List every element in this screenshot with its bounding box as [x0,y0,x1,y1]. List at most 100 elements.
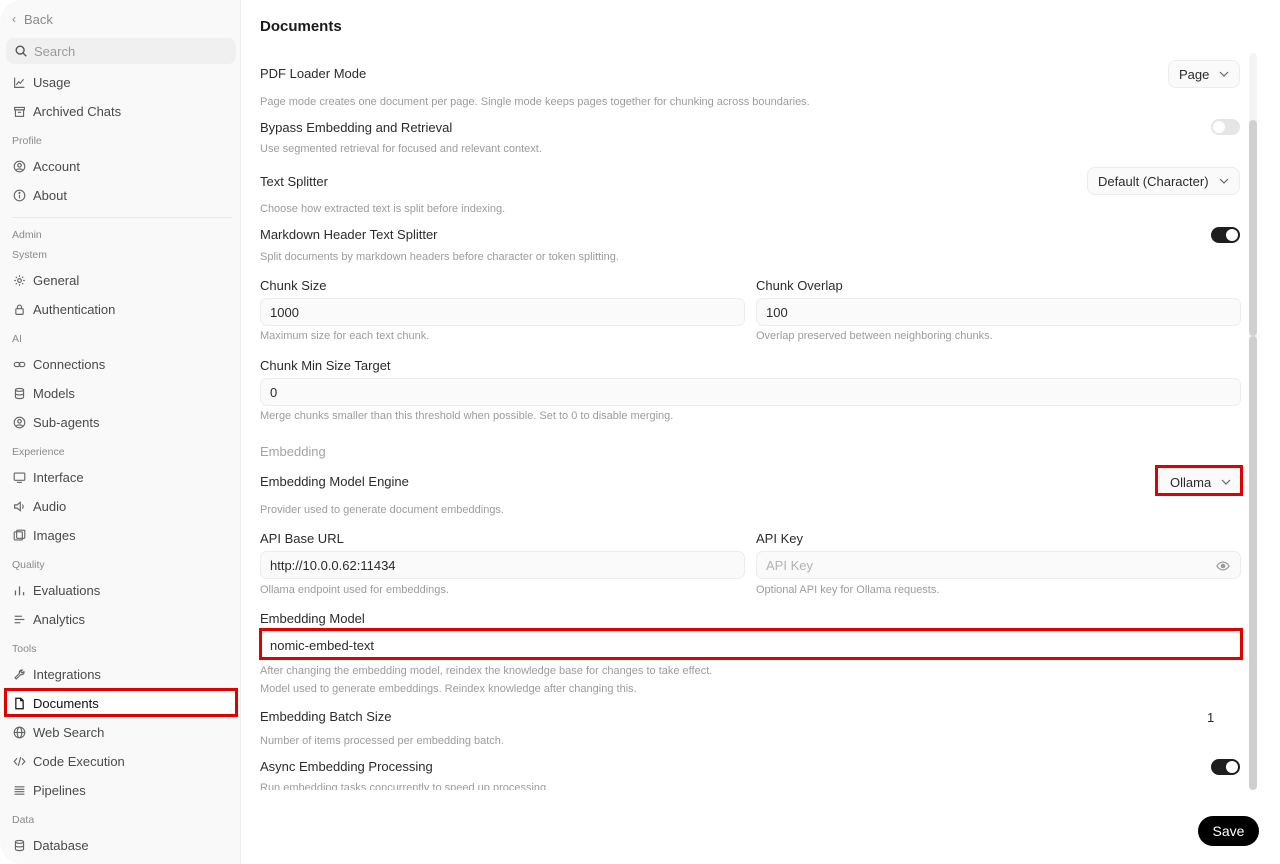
document-icon [12,696,26,710]
sidebar-item-pipelines[interactable]: Pipelines [12,779,86,801]
bypass-toggle[interactable] [1211,119,1240,135]
pdf-loader-mode-help: Page mode creates one document per page.… [260,96,810,108]
sidebar-item-connections[interactable]: Connections [12,353,105,375]
sidebar-item-general[interactable]: General [12,269,79,291]
chunk-min-label: Chunk Min Size Target [260,358,391,373]
text-splitter-select[interactable]: Default (Character) [1087,167,1240,195]
section-admin: Admin [12,229,42,241]
back-label: Back [24,11,53,27]
pdf-loader-mode-select[interactable]: Page [1168,60,1241,88]
section-data: Data [12,814,35,826]
sidebar-item-web-search[interactable]: Web Search [12,721,104,743]
sidebar-item-label: Pipelines [33,782,86,798]
chevron-down-icon [1218,68,1230,80]
bar-chart-icon [12,583,26,597]
sidebar-divider [12,217,232,218]
sidebar-item-label: Evaluations [33,582,101,598]
scrollbar-lower [1249,336,1257,790]
eye-icon[interactable] [1216,559,1230,573]
input-value: http://10.0.0.62:11434 [270,557,396,573]
batch-size-value[interactable]: 1 [1207,710,1214,725]
embedding-engine-highlight [1155,465,1243,496]
input-placeholder: API Key [766,557,813,573]
section-quality: Quality [12,559,45,571]
sidebar-item-analytics[interactable]: Analytics [12,608,85,630]
database-icon [12,386,26,400]
monitor-icon [12,470,26,484]
scrollbar-thumb[interactable] [1249,120,1257,336]
sidebar-item-label: Integrations [33,666,101,682]
sidebar-item-label: Analytics [33,611,86,627]
section-experience: Experience [12,446,65,458]
markdown-splitter-toggle[interactable] [1211,227,1240,243]
input-value: 1000 [270,304,299,320]
info-icon [12,188,26,202]
link-icon [12,357,26,371]
code-icon [12,754,26,768]
sidebar-item-models[interactable]: Models [12,382,75,404]
layers-icon [12,783,26,797]
embedding-model-help: Model used to generate embeddings. Reind… [260,683,637,695]
sidebar-item-label: Models [33,385,75,401]
api-base-url-help: Ollama endpoint used for embeddings. [260,584,449,596]
chart-line-icon [12,75,26,89]
api-key-label: API Key [756,531,803,546]
sidebar-item-sub-agents[interactable]: Sub-agents [12,411,100,433]
search-input[interactable] [34,43,214,59]
back-link[interactable]: ‹ Back [12,10,53,28]
sidebar-item-account[interactable]: Account [12,155,80,177]
sidebar-item-label: Database [33,837,89,853]
sidebar-item-interface[interactable]: Interface [12,466,84,488]
sidebar-item-label: Audio [33,498,67,514]
sidebar-item-about[interactable]: About [12,184,67,206]
async-embedding-label: Async Embedding Processing [260,759,433,774]
page-title: Documents [260,18,342,35]
user-circle-icon [12,159,26,173]
api-key-help: Optional API key for Ollama requests. [756,584,940,596]
sidebar-item-label: Documents [33,695,99,711]
sidebar-item-archived-chats[interactable]: Archived Chats [12,100,121,122]
markdown-splitter-label: Markdown Header Text Splitter [260,227,438,242]
text-splitter-help: Choose how extracted text is split befor… [260,203,506,215]
embedding-section-heading: Embedding [260,444,326,459]
chunk-overlap-help: Overlap preserved between neighboring ch… [756,330,993,342]
batch-size-label: Embedding Batch Size [260,709,392,724]
markdown-splitter-help: Split documents by markdown headers befo… [260,251,619,263]
api-base-url-label: API Base URL [260,531,344,546]
sidebar-item-label: Interface [33,469,84,485]
list-icon [12,612,26,626]
save-button[interactable]: Save [1198,816,1259,846]
sidebar-item-integrations[interactable]: Integrations [12,663,101,685]
select-value: Page [1179,66,1210,82]
bypass-help: Use segmented retrieval for focused and … [260,143,542,155]
sidebar-item-images[interactable]: Images [12,524,76,546]
sidebar-item-authentication[interactable]: Authentication [12,298,115,320]
database-icon [12,838,26,852]
input-value: 100 [766,304,788,320]
chunk-min-input[interactable]: 0 [260,378,1241,406]
api-base-url-input[interactable]: http://10.0.0.62:11434 [260,551,745,579]
api-key-input[interactable]: API Key [756,551,1241,579]
sidebar-item-usage[interactable]: Usage [12,71,71,93]
chunk-min-help: Merge chunks smaller than this threshold… [260,410,674,422]
sidebar-item-label: Code Execution [33,753,125,769]
app-window: ‹ Back Usage Archived Chats Profile Acco… [0,0,1280,864]
sidebar-item-documents[interactable]: Documents [12,692,99,714]
embedding-model-highlight [259,628,1243,660]
chunk-overlap-input[interactable]: 100 [756,298,1241,326]
text-splitter-label: Text Splitter [260,174,328,189]
embedding-engine-label: Embedding Model Engine [260,474,409,489]
async-embedding-toggle[interactable] [1211,759,1240,775]
sidebar-item-evaluations[interactable]: Evaluations [12,579,100,601]
chunk-size-input[interactable]: 1000 [260,298,745,326]
search-box[interactable] [6,38,236,64]
input-value: 0 [270,384,278,400]
sidebar-item-code-execution[interactable]: Code Execution [12,750,125,772]
sidebar-item-audio[interactable]: Audio [12,495,66,517]
section-system: System [12,249,48,261]
main-panel: Documents PDF Loader Mode Page Page mode… [241,0,1280,864]
chunk-size-help: Maximum size for each text chunk. [260,330,430,342]
globe-icon [12,725,26,739]
embedding-engine-help: Provider used to generate document embed… [260,504,504,516]
sidebar-item-database[interactable]: Database [12,834,89,856]
